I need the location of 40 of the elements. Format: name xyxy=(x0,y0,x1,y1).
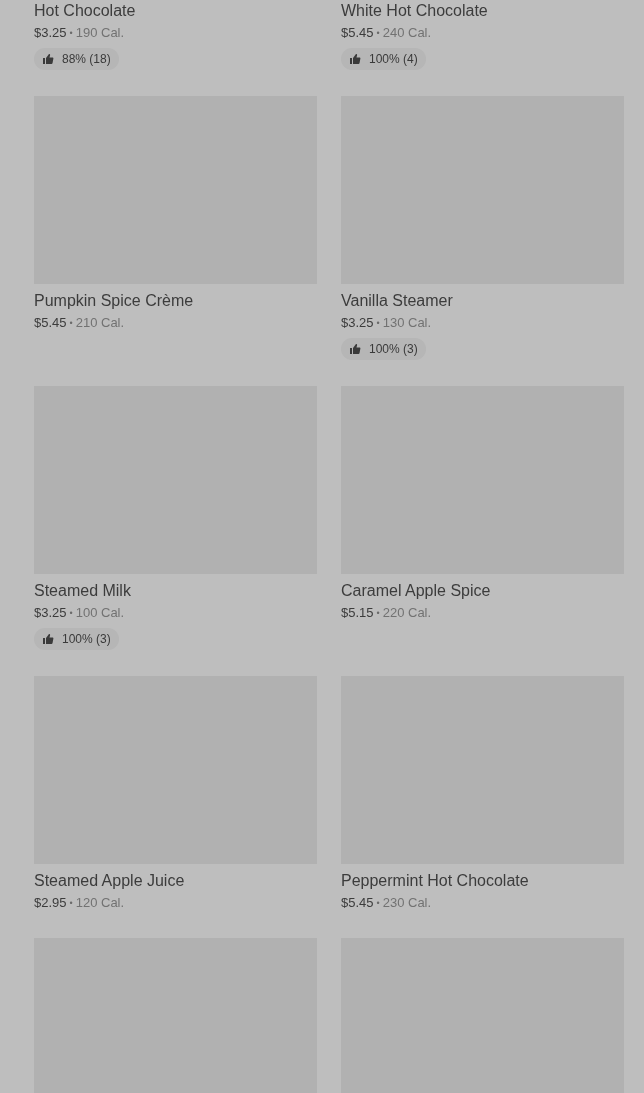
item-name: Steamed Apple Juice xyxy=(34,871,186,891)
separator-dot: • xyxy=(376,27,380,40)
item-name: Hot Chocolate xyxy=(34,1,137,21)
item-calories: 230 Cal. xyxy=(382,894,432,912)
item-name: White Hot Chocolate xyxy=(341,1,489,21)
item-price: $3.25 xyxy=(34,604,67,622)
separator-dot: • xyxy=(69,897,73,910)
separator-dot: • xyxy=(69,607,73,620)
separator-dot: • xyxy=(376,897,380,910)
rating-text: 100% (3) xyxy=(62,631,111,648)
separator-dot: • xyxy=(376,607,380,620)
item-price: $3.25 xyxy=(341,314,374,332)
item-name: Caramel Apple Spice xyxy=(341,581,492,601)
item-price: $2.95 xyxy=(34,894,67,912)
item-price: $5.15 xyxy=(341,604,374,622)
item-price: $5.45 xyxy=(34,314,67,332)
thumbs-up-icon xyxy=(42,633,54,645)
rating-text: 100% (4) xyxy=(369,51,418,68)
thumbs-up-icon xyxy=(42,53,54,65)
item-calories: 210 Cal. xyxy=(75,314,125,332)
separator-dot: • xyxy=(69,317,73,330)
separator-dot: • xyxy=(69,27,73,40)
item-name: Peppermint Hot Chocolate xyxy=(341,871,530,891)
item-calories: 100 Cal. xyxy=(75,604,125,622)
item-calories: 220 Cal. xyxy=(382,604,432,622)
item-calories: 120 Cal. xyxy=(75,894,125,912)
separator-dot: • xyxy=(376,317,380,330)
item-price: $5.45 xyxy=(341,894,374,912)
thumbs-up-icon xyxy=(349,53,361,65)
item-calories: 240 Cal. xyxy=(382,24,432,42)
item-name: Steamed Milk xyxy=(34,581,132,601)
item-price: $5.45 xyxy=(341,24,374,42)
item-calories: 130 Cal. xyxy=(382,314,432,332)
rating-text: 88% (18) xyxy=(62,51,111,68)
item-price: $3.25 xyxy=(34,24,67,42)
item-calories: 190 Cal. xyxy=(75,24,125,42)
rating-text: 100% (3) xyxy=(369,341,418,358)
item-name: Vanilla Steamer xyxy=(341,291,454,311)
item-name: Pumpkin Spice Crème xyxy=(34,291,195,311)
thumbs-up-icon xyxy=(349,343,361,355)
